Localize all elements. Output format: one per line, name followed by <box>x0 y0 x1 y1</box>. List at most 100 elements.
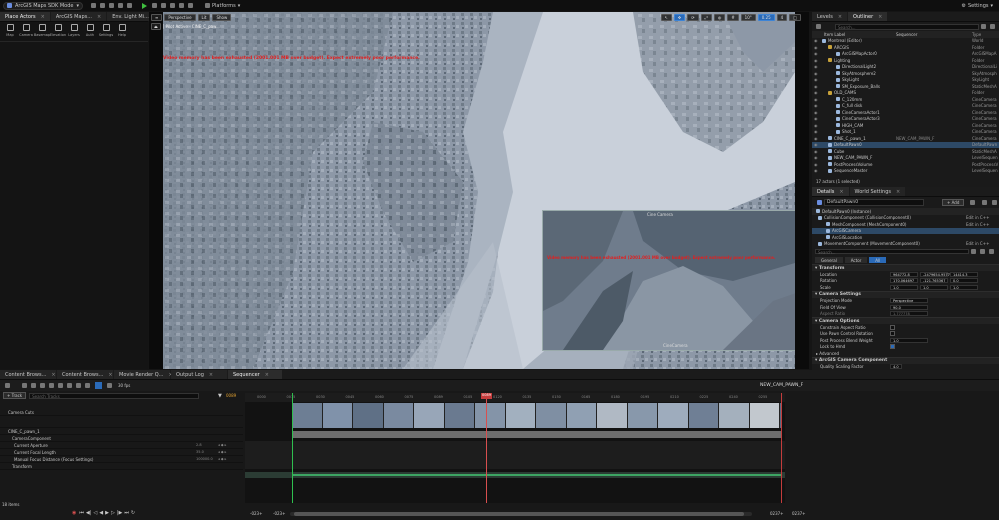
component-row[interactable]: MovementComponent (MovementComponent0) Ed… <box>812 241 999 248</box>
close-icon[interactable]: × <box>41 14 45 20</box>
filter-tab-1[interactable]: Actor <box>844 257 868 263</box>
mode-selector[interactable]: ArcGIS Maps SDK Mode ▾ <box>3 1 84 10</box>
close-icon[interactable]: × <box>838 14 842 20</box>
track-value[interactable]: 100000.0 <box>196 457 213 461</box>
location-z[interactable]: 14414.3 <box>950 271 978 277</box>
place-tool-2[interactable]: Basemap <box>34 24 50 41</box>
filter-icon[interactable]: ▼ <box>218 393 222 399</box>
record-icon[interactable]: ◉ <box>72 510 76 516</box>
scale-z[interactable]: 1.0 <box>950 284 978 290</box>
camera-preview[interactable]: Cine Camera Video memory has been exhaus… <box>542 210 795 351</box>
place-tool-6[interactable]: Settings <box>98 24 114 41</box>
key-nav-icon[interactable]: ◂ ◆ ▸ <box>218 450 226 454</box>
play-reverse-icon[interactable]: ◀ <box>99 510 103 516</box>
place-tool-7[interactable]: Help <box>114 24 130 41</box>
time-ruler[interactable]: 0000 0015 0030 0045 0060 0075 0089 0105 0120 0135… <box>245 393 785 402</box>
eye-icon[interactable]: ◉ <box>814 71 818 76</box>
timeline-area[interactable]: 0000 0015 0030 0045 0060 0075 0089 0105 0120 0135… <box>245 393 785 503</box>
transform-keys[interactable] <box>292 474 781 476</box>
track-search-input[interactable]: Search Tracks <box>29 392 200 399</box>
place-tool-4[interactable]: Layers <box>66 24 82 41</box>
camera-icon[interactable] <box>58 383 63 388</box>
column-sequencer[interactable]: Sequencer <box>896 32 917 37</box>
edit-cpp-link[interactable]: Edit in C++ <box>966 215 989 220</box>
browse-icon[interactable] <box>31 383 36 388</box>
edit-cpp-link[interactable]: Edit in C++ <box>966 222 989 227</box>
eye-icon[interactable]: ◉ <box>814 116 818 121</box>
add-component-button[interactable]: + Add <box>942 199 965 206</box>
eject-icon[interactable] <box>170 3 176 8</box>
jump-end-icon[interactable]: ⏭ <box>124 510 129 516</box>
toolbar-icon[interactable] <box>91 3 97 8</box>
track-row[interactable]: CameraComponent <box>0 435 243 442</box>
eye-icon[interactable]: ◉ <box>814 64 818 69</box>
world-icon[interactable]: ◍ <box>713 14 726 21</box>
tab-levels[interactable]: Levels × <box>812 12 848 21</box>
stop-icon[interactable] <box>161 3 167 8</box>
play-icon[interactable] <box>142 2 148 9</box>
close-icon[interactable]: × <box>97 14 101 20</box>
snap-icon[interactable] <box>76 383 81 388</box>
next-key-icon[interactable]: |▶ <box>117 510 123 516</box>
key-nav-icon[interactable]: ◂ ◆ ▸ <box>218 443 226 447</box>
toolbar-icon[interactable] <box>100 3 106 8</box>
tab-details[interactable]: Details × <box>812 187 849 196</box>
add-track-button[interactable]: + Track <box>3 392 27 399</box>
prev-key-icon[interactable]: ◀| <box>86 510 92 516</box>
details-search-input[interactable]: Search... <box>815 249 969 255</box>
scale-x[interactable]: 1.0 <box>890 284 918 290</box>
eject-pilot-button[interactable]: ⏏ <box>151 23 161 30</box>
track-row[interactable]: Camera Cuts <box>0 409 243 416</box>
outliner-search-input[interactable]: Search... <box>835 23 979 30</box>
track-value[interactable]: 2.8 <box>196 443 202 447</box>
settings-button[interactable]: ⚙ Settings ▾ <box>961 3 993 9</box>
angle-snap-button[interactable]: 10° <box>740 14 756 21</box>
filter-icon[interactable] <box>981 24 986 29</box>
eye-icon[interactable]: ◉ <box>814 97 818 102</box>
camera-speed-button[interactable]: 4 <box>776 14 788 21</box>
eye-icon[interactable]: ◉ <box>814 162 818 167</box>
eye-icon[interactable]: ◉ <box>814 123 818 128</box>
playhead[interactable] <box>486 393 487 503</box>
filter-tab-0[interactable]: General <box>815 257 843 263</box>
play-icon[interactable]: ▶ <box>105 510 109 516</box>
current-frame-field[interactable]: 0089 <box>226 393 236 398</box>
edit-cpp-link[interactable]: Edit in C++ <box>966 241 989 246</box>
lock-icon[interactable] <box>982 200 987 205</box>
lock-camera-icon[interactable] <box>95 382 102 389</box>
close-icon[interactable]: × <box>878 14 882 20</box>
rotation-y[interactable]: -121.765367 <box>920 278 948 284</box>
arcgis-camera-section[interactable]: ▾ ArcGIS Camera Component <box>812 356 999 364</box>
add-icon[interactable] <box>816 24 821 29</box>
playhead-label[interactable]: 0089 <box>481 393 492 399</box>
column-type[interactable]: Type <box>972 32 981 37</box>
rotation-x[interactable]: 170.064697 <box>890 278 918 284</box>
show-button[interactable]: Show <box>212 14 232 21</box>
place-tool-1[interactable]: Camera <box>18 24 34 41</box>
place-tool-5[interactable]: Auth <box>82 24 98 41</box>
close-icon[interactable]: × <box>896 189 900 195</box>
location-x[interactable]: 964772.8 <box>890 271 918 277</box>
track-row[interactable]: Transform <box>0 463 243 470</box>
close-icon[interactable]: × <box>108 372 112 378</box>
close-icon[interactable] <box>992 200 997 205</box>
eye-icon[interactable]: ◉ <box>814 129 818 134</box>
play-options-icon[interactable] <box>179 3 185 8</box>
range-end[interactable]: 0237+ <box>792 511 806 516</box>
track-row[interactable]: CINE_C_pawn_1 <box>0 428 243 435</box>
gear-icon[interactable] <box>990 24 995 29</box>
projection-dropdown[interactable]: Perspective <box>890 298 928 304</box>
lit-button[interactable]: Lit <box>197 14 211 21</box>
eye-icon[interactable]: ◉ <box>814 38 818 43</box>
level-viewport[interactable]: Video memory has been exhausted (2001.00… <box>149 12 809 369</box>
select-mode-icon[interactable]: ↖ <box>660 14 672 21</box>
rotate-icon[interactable]: ⟳ <box>687 14 699 21</box>
scale-y[interactable]: 1.0 <box>920 284 948 290</box>
find-icon[interactable] <box>40 383 45 388</box>
constrain-checkbox[interactable] <box>890 324 895 330</box>
camera-options-section[interactable]: ▾ Camera Options <box>812 317 999 324</box>
eye-icon[interactable]: ◉ <box>814 168 818 173</box>
curve-icon[interactable] <box>85 383 90 388</box>
toolbar-icon[interactable] <box>127 3 133 8</box>
place-tool-0[interactable]: Map <box>2 24 18 41</box>
